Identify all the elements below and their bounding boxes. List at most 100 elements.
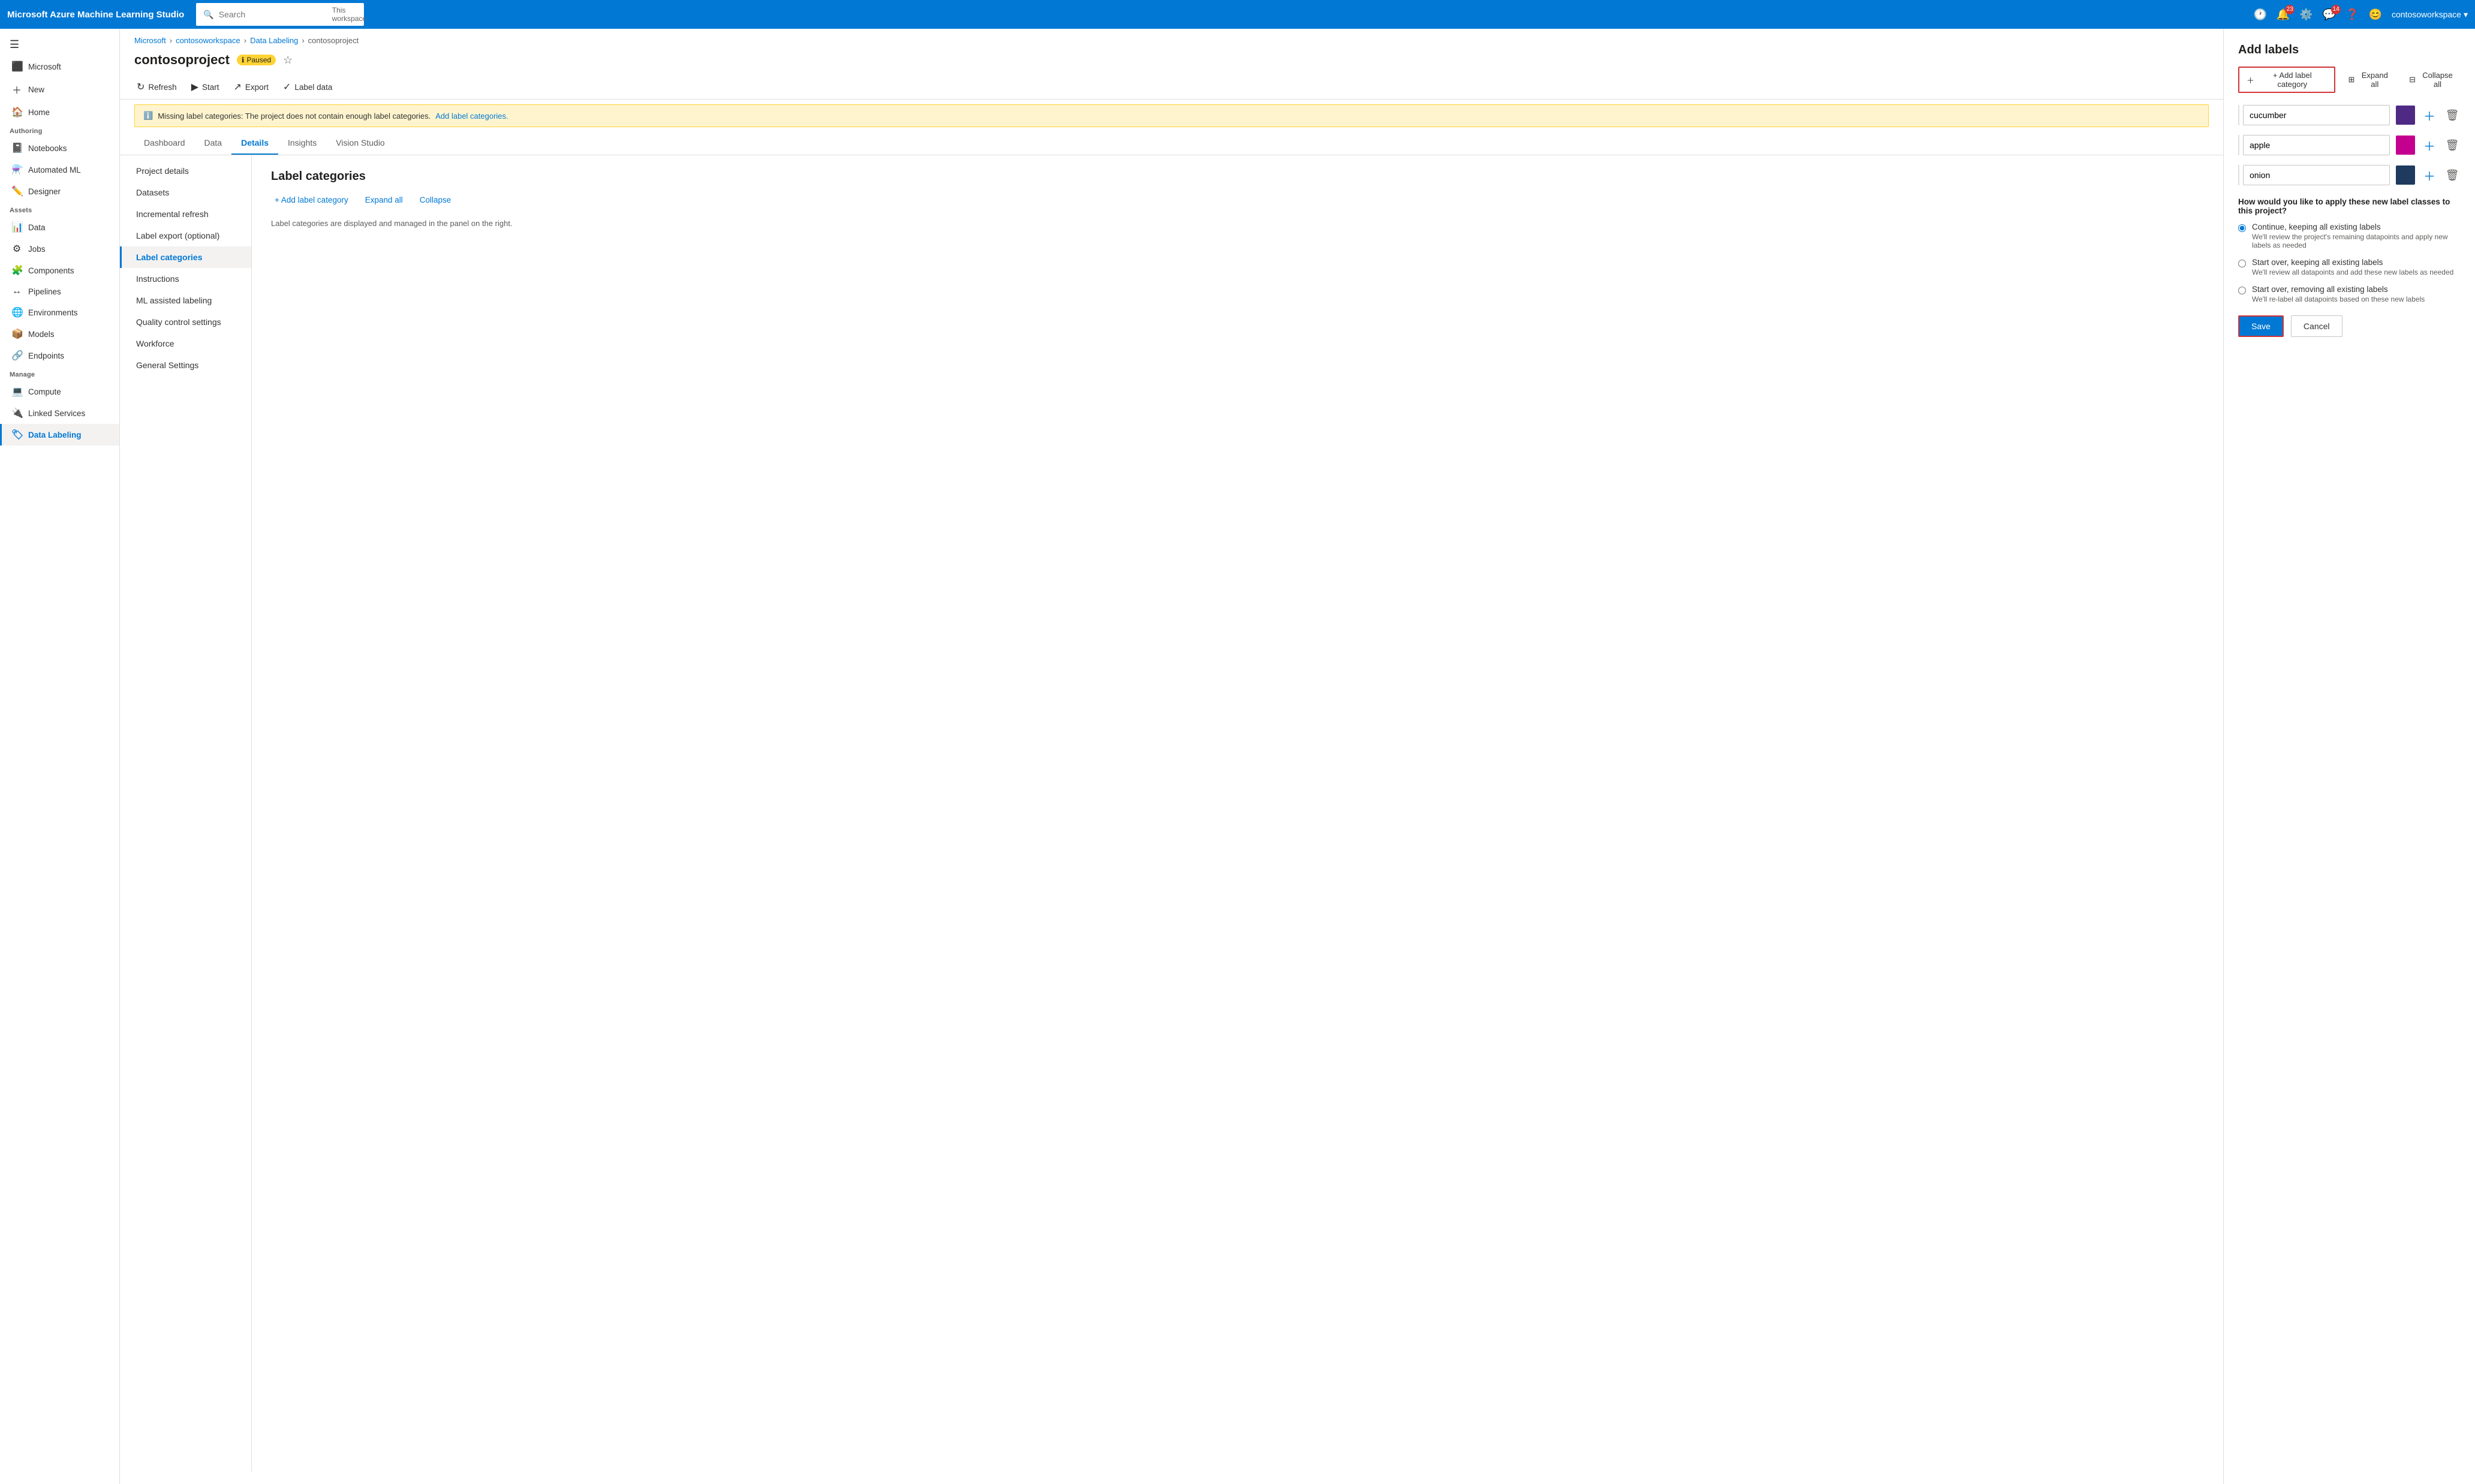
search-container[interactable]: 🔍 This workspace bbox=[196, 3, 364, 26]
sidebar-item-notebooks[interactable]: 📓 Notebooks bbox=[0, 137, 119, 159]
sidebar-item-data[interactable]: 📊 Data bbox=[0, 216, 119, 238]
nav-workforce[interactable]: Workforce bbox=[120, 333, 251, 354]
feedback-icon[interactable]: 💬 14 bbox=[2323, 8, 2336, 21]
favorite-star-icon[interactable]: ☆ bbox=[283, 54, 293, 67]
sidebar-item-components[interactable]: 🧩 Components bbox=[0, 260, 119, 281]
environments-icon: 🌐 bbox=[11, 306, 22, 318]
breadcrumb-sep1: › bbox=[170, 36, 172, 45]
nav-general-settings[interactable]: General Settings bbox=[120, 354, 251, 376]
save-button[interactable]: Save bbox=[2238, 315, 2284, 337]
sidebar-item-data-labeling[interactable]: 🏷 Data Labeling bbox=[0, 424, 119, 445]
settings-icon[interactable]: ⚙️ bbox=[2299, 8, 2313, 21]
warning-link[interactable]: Add label categories. bbox=[435, 112, 508, 121]
nav-label-export[interactable]: Label export (optional) bbox=[120, 225, 251, 246]
collapse-button[interactable]: Collapse bbox=[416, 193, 455, 207]
sidebar-item-label: Home bbox=[28, 108, 50, 117]
compute-icon: 💻 bbox=[11, 386, 22, 398]
nav-label-categories[interactable]: Label categories bbox=[120, 246, 251, 268]
sidebar-item-jobs[interactable]: ⚙ Jobs bbox=[0, 238, 119, 260]
tab-vision-studio[interactable]: Vision Studio bbox=[326, 132, 394, 155]
sidebar-item-microsoft[interactable]: ⬛ Microsoft bbox=[0, 56, 119, 77]
linked-services-icon: 🔌 bbox=[11, 407, 22, 419]
action-buttons: Save Cancel bbox=[2238, 315, 2461, 337]
hamburger-menu-icon[interactable]: ☰ bbox=[0, 34, 119, 56]
color-swatch-apple[interactable] bbox=[2396, 136, 2415, 155]
tab-details[interactable]: Details bbox=[231, 132, 278, 155]
radio-continue[interactable]: Continue, keeping all existing labels We… bbox=[2238, 222, 2461, 249]
help-icon[interactable]: ❓ bbox=[2345, 8, 2359, 21]
page-toolbar: ↻ Refresh ▶ Start ↗ Export ✓ Label data bbox=[120, 75, 2223, 100]
panel-title: Add labels bbox=[2238, 43, 2461, 57]
sidebar-item-label: Compute bbox=[28, 387, 61, 396]
cancel-button[interactable]: Cancel bbox=[2291, 315, 2342, 337]
tab-data[interactable]: Data bbox=[195, 132, 232, 155]
sidebar-item-label: Pipelines bbox=[28, 287, 61, 296]
smiley-icon[interactable]: 😊 bbox=[2369, 8, 2382, 21]
sidebar-item-home[interactable]: 🏠 Home bbox=[0, 101, 119, 123]
radio-startover-remove[interactable]: Start over, removing all existing labels… bbox=[2238, 285, 2461, 303]
refresh-button[interactable]: ↻ Refresh bbox=[134, 79, 179, 95]
sidebar-item-linked-services[interactable]: 🔌 Linked Services bbox=[0, 402, 119, 424]
label-delete-apple-button[interactable]: 🗑 bbox=[2444, 137, 2461, 153]
radio-continue-input[interactable] bbox=[2238, 224, 2246, 232]
label-delete-cucumber-button[interactable]: 🗑 bbox=[2444, 107, 2461, 124]
sidebar-item-designer[interactable]: ✏️ Designer bbox=[0, 180, 119, 202]
app-brand: Microsoft Azure Machine Learning Studio bbox=[7, 10, 184, 20]
label-input-onion[interactable] bbox=[2243, 165, 2390, 185]
breadcrumb-workspace[interactable]: contosoworkspace bbox=[176, 36, 240, 45]
color-swatch-onion[interactable] bbox=[2396, 165, 2415, 185]
sidebar-item-compute[interactable]: 💻 Compute bbox=[0, 381, 119, 402]
collapse-icon: ⊟ bbox=[2409, 75, 2416, 85]
sidebar-item-pipelines[interactable]: ↔ Pipelines bbox=[0, 281, 119, 302]
breadcrumb-microsoft[interactable]: Microsoft bbox=[134, 36, 166, 45]
start-button[interactable]: ▶ Start bbox=[189, 79, 222, 95]
sidebar-item-endpoints[interactable]: 🔗 Endpoints bbox=[0, 345, 119, 366]
nav-instructions[interactable]: Instructions bbox=[120, 268, 251, 290]
export-button[interactable]: ↗ Export bbox=[231, 79, 271, 95]
label-delete-onion-button[interactable]: 🗑 bbox=[2444, 167, 2461, 183]
sidebar-item-new[interactable]: ＋ New bbox=[0, 77, 119, 101]
sidebar-item-automated-ml[interactable]: ⚗️ Automated ML bbox=[0, 159, 119, 180]
nav-datasets[interactable]: Datasets bbox=[120, 182, 251, 203]
search-input[interactable] bbox=[219, 10, 327, 19]
workspace-selector[interactable]: This workspace bbox=[332, 6, 366, 23]
sidebar: ☰ ⬛ Microsoft ＋ New 🏠 Home Authoring 📓 N… bbox=[0, 29, 120, 1484]
sidebar-item-environments[interactable]: 🌐 Environments bbox=[0, 302, 119, 323]
nav-quality-control[interactable]: Quality control settings bbox=[120, 311, 251, 333]
label-add-child-cucumber-button[interactable]: ＋ bbox=[2421, 107, 2438, 124]
start-icon: ▶ bbox=[191, 81, 198, 93]
add-label-category-panel-button[interactable]: ＋ + Add label category bbox=[2238, 67, 2335, 93]
refresh-icon: ↻ bbox=[137, 81, 144, 93]
radio-startover-remove-input[interactable] bbox=[2238, 287, 2246, 294]
user-menu[interactable]: contosoworkspace ▾ bbox=[2392, 10, 2468, 20]
radio-startover-keep-input[interactable] bbox=[2238, 260, 2246, 267]
panel-toolbar: ＋ + Add label category ⊞ Expand all ⊟ Co… bbox=[2238, 67, 2461, 93]
color-swatch-cucumber[interactable] bbox=[2396, 106, 2415, 125]
breadcrumb-data-labeling[interactable]: Data Labeling bbox=[250, 36, 298, 45]
topbar-icons: 🕐 🔔 23 ⚙️ 💬 14 ❓ 😊 contosoworkspace ▾ bbox=[2253, 8, 2468, 21]
history-icon[interactable]: 🕐 bbox=[2253, 8, 2266, 21]
sidebar-item-label: Components bbox=[28, 266, 74, 275]
nav-incremental-refresh[interactable]: Incremental refresh bbox=[120, 203, 251, 225]
radio-startover-keep[interactable]: Start over, keeping all existing labels … bbox=[2238, 258, 2461, 276]
radio-startover-remove-text: Start over, removing all existing labels… bbox=[2252, 285, 2425, 303]
sidebar-item-label: Linked Services bbox=[28, 409, 85, 418]
tab-dashboard[interactable]: Dashboard bbox=[134, 132, 195, 155]
label-input-apple[interactable] bbox=[2243, 135, 2390, 155]
automated-ml-icon: ⚗️ bbox=[11, 164, 22, 176]
label-add-child-onion-button[interactable]: ＋ bbox=[2421, 167, 2438, 183]
nav-project-details[interactable]: Project details bbox=[120, 160, 251, 182]
sidebar-item-label: Jobs bbox=[28, 245, 46, 254]
label-item-apple: ＋ 🗑 bbox=[2238, 135, 2461, 155]
tab-insights[interactable]: Insights bbox=[278, 132, 326, 155]
label-add-child-apple-button[interactable]: ＋ bbox=[2421, 137, 2438, 153]
add-label-category-button[interactable]: + Add label category bbox=[271, 193, 352, 207]
bell-icon[interactable]: 🔔 23 bbox=[2277, 8, 2290, 21]
expand-all-panel-button[interactable]: ⊞ Expand all bbox=[2345, 68, 2396, 91]
label-data-button[interactable]: ✓ Label data bbox=[281, 79, 335, 95]
sidebar-item-models[interactable]: 📦 Models bbox=[0, 323, 119, 345]
collapse-all-panel-button[interactable]: ⊟ Collapse all bbox=[2405, 68, 2461, 91]
nav-ml-assisted[interactable]: ML assisted labeling bbox=[120, 290, 251, 311]
label-input-cucumber[interactable] bbox=[2243, 105, 2390, 125]
expand-all-button[interactable]: Expand all bbox=[362, 193, 407, 207]
